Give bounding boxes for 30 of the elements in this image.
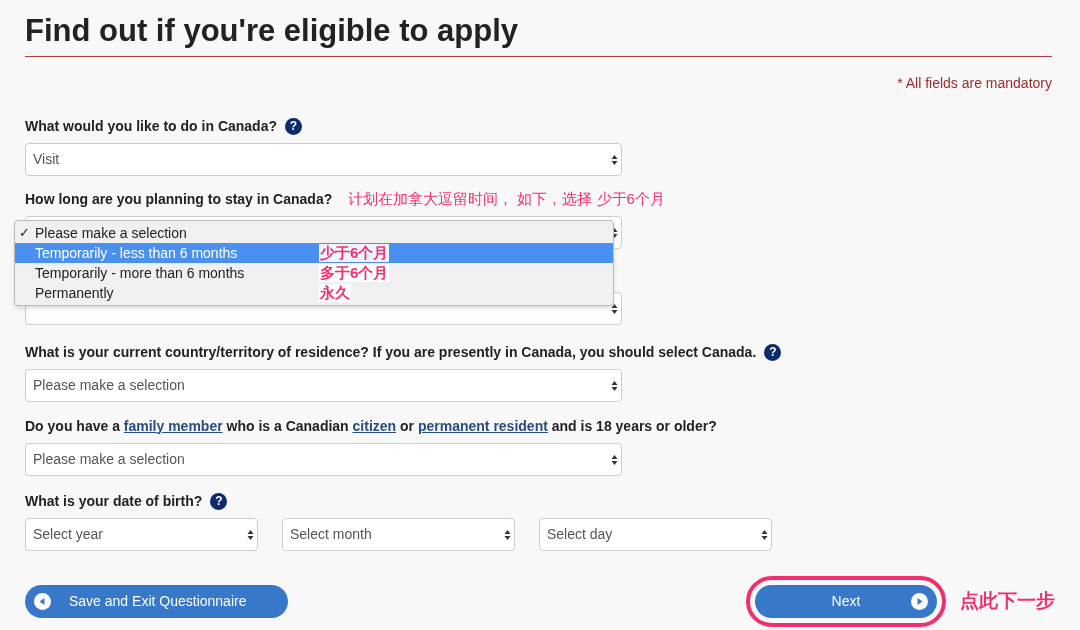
save-exit-button[interactable]: Save and Exit Questionnaire — [25, 585, 288, 618]
annotation: 永久 — [319, 284, 351, 302]
dropdown-option[interactable]: Permanently 永久 — [15, 283, 613, 303]
select-field[interactable]: Please make a selection — [25, 443, 622, 476]
help-icon[interactable]: ? — [764, 343, 782, 361]
link[interactable]: permanent resident — [417, 417, 548, 434]
annotation: 多于6个月 — [319, 264, 390, 282]
dropdown-option[interactable]: ✓ Please make a selection — [15, 223, 613, 243]
question-label: How long are you planning to stay in Canada? — [25, 189, 333, 209]
mandatory-note: * All fields are mandatory — [897, 74, 1052, 93]
select-field[interactable]: Select day — [539, 518, 772, 551]
annotation: 点此下一步 — [960, 589, 1055, 614]
help-icon[interactable]: ? — [285, 117, 302, 135]
link[interactable]: family member — [123, 417, 223, 434]
help-icon[interactable]: ? — [210, 492, 228, 510]
annotation: 计划在加拿大逗留时间， 如下，选择 少于6个月 — [348, 188, 665, 209]
annotation: 少于6个月 — [319, 244, 390, 262]
question-label: What is your date of birth? — [25, 491, 203, 511]
select-field[interactable]: Select year — [25, 518, 258, 551]
select-field[interactable]: Visit — [25, 143, 622, 176]
question-label: Do you have a family member who is a Canadian citizen or permanent resident and is 18 years or older? — [25, 416, 717, 436]
select-field[interactable]: Please make a selection — [25, 369, 622, 402]
next-button[interactable]: Next — [755, 585, 937, 618]
question-label: What is your current country/territory of residence? If you are presently in Canada, you should select Canada. — [25, 342, 757, 362]
question-label: What would you like to do in Canada? — [25, 116, 277, 136]
dropdown-option[interactable]: Temporarily - more than 6 months 多于6个月 — [15, 263, 613, 283]
select-field[interactable]: Select month — [282, 518, 515, 551]
link[interactable]: citizen — [352, 417, 397, 434]
dropdown-option[interactable]: Temporarily - less than 6 months 少于6个月 — [15, 243, 613, 263]
page-title: Find out if you're eligible to apply — [25, 12, 520, 50]
